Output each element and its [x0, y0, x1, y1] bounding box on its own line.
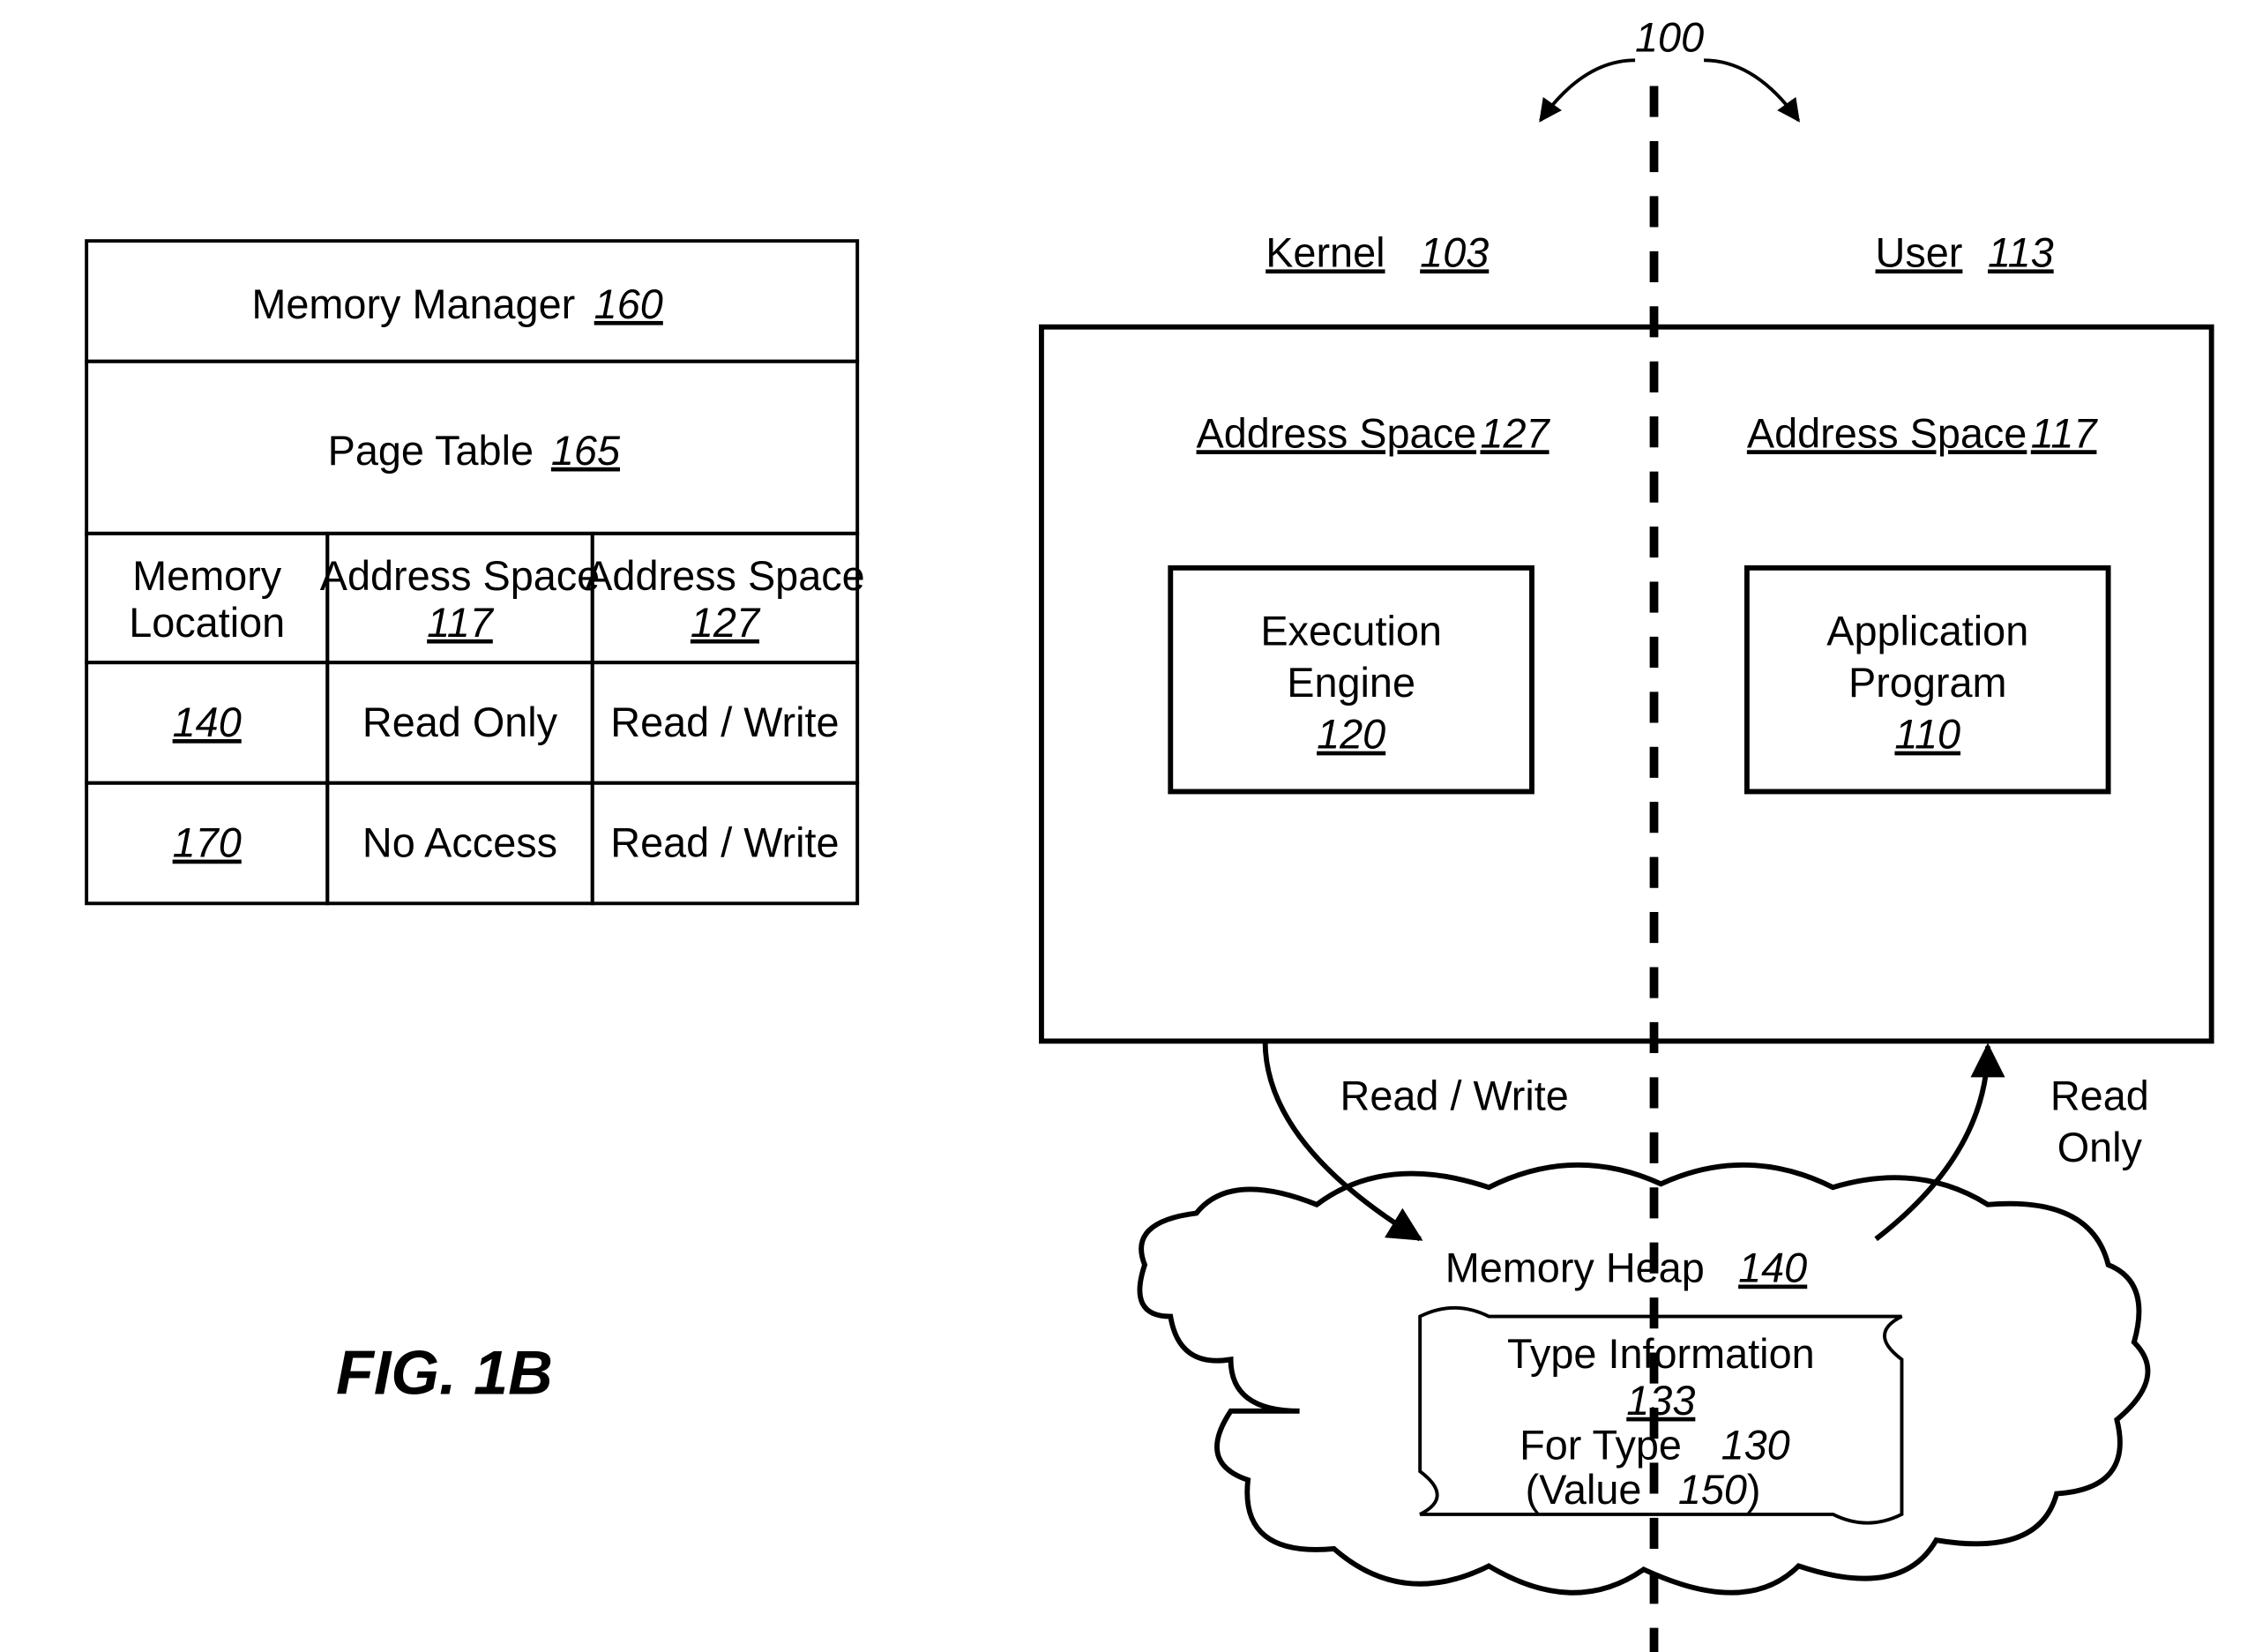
svg-text:For Type: For Type	[1520, 1422, 1682, 1468]
svg-text:160: 160	[594, 281, 663, 327]
svg-text:Memory Manager: Memory Manager	[251, 281, 575, 327]
read-only-label-2: Only	[2057, 1125, 2143, 1170]
svg-text:127: 127	[1480, 410, 1550, 456]
svg-text:Read / Write: Read / Write	[610, 699, 839, 745]
read-only-arrow	[1876, 1046, 1988, 1239]
svg-text:Address Space: Address Space	[1197, 410, 1476, 456]
svg-text:Type Information: Type Information	[1507, 1331, 1815, 1377]
svg-text:No Access: No Access	[362, 820, 557, 866]
svg-text:Program: Program	[1848, 660, 2007, 706]
svg-text:117: 117	[427, 600, 495, 646]
svg-text:130: 130	[1721, 1422, 1790, 1468]
svg-text:Memory Heap: Memory Heap	[1445, 1245, 1705, 1291]
user-label: User 113	[1876, 229, 2054, 275]
svg-text:117: 117	[2031, 410, 2099, 456]
figure-label: FIG. 1B	[336, 1337, 553, 1407]
svg-text:Execution: Execution	[1260, 609, 1442, 654]
svg-text:Memory: Memory	[132, 553, 282, 599]
svg-text:(Value: (Value	[1526, 1467, 1642, 1513]
svg-text:113: 113	[1988, 229, 2054, 275]
svg-text:120: 120	[1317, 712, 1385, 758]
svg-text:140: 140	[1738, 1245, 1807, 1291]
figure-1b-diagram: 100 Kernel 103 User 113 Address Space 12…	[0, 0, 2255, 1652]
top-ref-arrow-left	[1541, 60, 1635, 120]
svg-text:): )	[1747, 1467, 1761, 1513]
memory-heap-label: Memory Heap 140	[1445, 1245, 1807, 1291]
address-space-right-label: Address Space 117	[1747, 410, 2099, 456]
svg-text:133: 133	[1626, 1378, 1695, 1424]
top-ref-label: 100	[1635, 15, 1704, 61]
svg-text:Address Space: Address Space	[1747, 410, 2027, 456]
svg-text:Read / Write: Read / Write	[610, 820, 839, 866]
svg-text:140: 140	[173, 699, 242, 745]
top-ref-arrow-right	[1704, 60, 1798, 120]
svg-text:Engine: Engine	[1287, 660, 1415, 706]
svg-text:Address Space: Address Space	[320, 553, 600, 599]
kernel-label: Kernel 103	[1266, 229, 1489, 275]
svg-text:165: 165	[551, 428, 621, 474]
svg-text:Read Only: Read Only	[362, 699, 558, 745]
svg-text:150: 150	[1678, 1467, 1747, 1513]
read-only-label-1: Read	[2050, 1073, 2149, 1118]
svg-text:Address Space: Address Space	[585, 553, 864, 599]
read-write-label: Read / Write	[1340, 1073, 1569, 1118]
type-info-line3: (Value 150 )	[1526, 1467, 1761, 1513]
svg-text:Kernel: Kernel	[1266, 229, 1385, 275]
read-write-arrow	[1266, 1041, 1421, 1238]
svg-text:User: User	[1876, 229, 1963, 275]
svg-text:Location: Location	[129, 600, 285, 646]
svg-text:110: 110	[1894, 712, 1960, 758]
page-table-group: Memory Manager 160 Page Table 165 Memory…	[86, 241, 865, 903]
svg-text:127: 127	[691, 600, 761, 646]
svg-text:Page Table: Page Table	[328, 428, 534, 474]
type-info-line2: For Type 130	[1520, 1422, 1790, 1468]
svg-text:Application: Application	[1826, 609, 2028, 654]
svg-text:170: 170	[173, 820, 242, 866]
address-space-left-label: Address Space 127	[1197, 410, 1551, 456]
svg-text:103: 103	[1420, 229, 1489, 275]
